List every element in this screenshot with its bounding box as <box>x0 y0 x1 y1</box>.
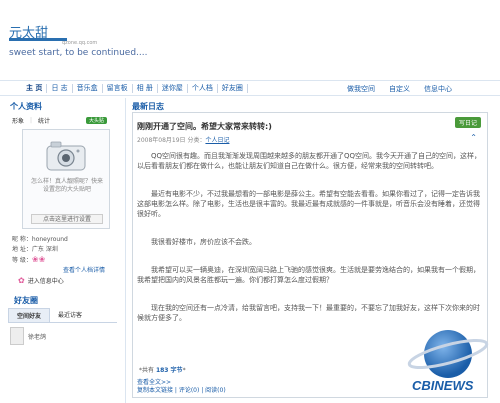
main-nav: 主 页 日 志 音乐盒 留言板 相 册 迷你屋 个人档 好友圈 做我空间 自定义… <box>0 80 500 96</box>
flower-icon: ❀❀ <box>31 255 46 264</box>
new-post-button[interactable]: 写日记 <box>454 117 481 128</box>
nav-album[interactable]: 相 册 <box>133 83 158 93</box>
profile-info: 昵 称：honeyround 地 址：广东 深圳 等 级：❀❀ 查看个人档详情 <box>0 229 125 276</box>
nav-right-links: 做我空间 自定义 信息中心 <box>347 81 452 97</box>
view-profile-link[interactable]: 查看个人档详情 <box>12 266 113 276</box>
info-center-entry[interactable]: ✿ 进入信息中心 <box>0 276 125 285</box>
profile-title: 个人资料 <box>10 102 42 111</box>
page-header: 元太甜 qzone.qq.com sweet start, to be cont… <box>0 0 500 78</box>
level: 等 级：❀❀ <box>12 255 113 266</box>
nav-friends[interactable]: 好友圈 <box>218 83 248 93</box>
tab-space-friends[interactable]: 空间好友 <box>8 308 51 322</box>
post-body: QQ空间很有趣。而且我渐渐发现周围越来越多的朋友都开通了QQ空间。我今天开通了自… <box>137 151 483 341</box>
post-size: *共有 183 字节* <box>139 367 186 374</box>
nav-my-space[interactable]: 做我空间 <box>347 84 375 94</box>
list-item[interactable]: 徐老鸽 <box>0 323 125 349</box>
tab-image[interactable]: 形象 <box>12 116 24 125</box>
post-footer: 查看全文>> 复制本文链接 | 评论(0) | 阅读(0) <box>137 379 226 395</box>
friend-avatar[interactable] <box>10 327 24 345</box>
nav-profile[interactable]: 个人档 <box>188 83 218 93</box>
post-actions[interactable]: 复制本文链接 | 评论(0) | 阅读(0) <box>137 387 226 395</box>
nav-customize[interactable]: 自定义 <box>389 84 410 94</box>
post-paragraph: QQ空间很有趣。而且我渐渐发现周围越来越多的朋友都开通了QQ空间。我今天开通了自… <box>137 152 482 170</box>
left-sidebar: 个人资料 形象 | 统计 大头贴 怎么样！真人靓照呢？快来设置您的大头贴吧 点击… <box>0 98 126 403</box>
nav-home[interactable]: 主 页 <box>22 83 48 93</box>
avatar: 怎么样！真人靓照呢？快来设置您的大头贴吧 点击这里进行设置 <box>22 129 110 229</box>
nav-blog[interactable]: 日 志 <box>47 83 73 93</box>
tab-separator: | <box>30 116 33 124</box>
avatar-prompt: 怎么样！真人靓照呢？快来设置您的大头贴吧 <box>30 178 103 193</box>
post-paragraph: 现在我的空间还有一点冷清，给我留言吧，支持我一下！最重要的，不要忘了加我好友，这… <box>137 304 480 322</box>
nav-music[interactable]: 音乐盒 <box>73 83 103 93</box>
collapse-icon[interactable]: ⌃ <box>470 133 477 142</box>
tab-stats[interactable]: 统计 <box>38 116 50 125</box>
flower-icon: ✿ <box>18 276 25 285</box>
friends-tabs: 空间好友 最近访客 <box>8 308 117 323</box>
camera-icon <box>46 141 86 171</box>
qzone-url[interactable]: qzone.qq.com <box>62 40 97 46</box>
post-meta: 2008年08月19日 分类：个人日记 <box>137 135 229 144</box>
post-paragraph: 最近有电影不少，不过我最想看的一部电影是薛公主。希望有空能去看看。如果你看过了，… <box>137 190 480 218</box>
nav-guestbook[interactable]: 留言板 <box>103 83 133 93</box>
site-motto: sweet start, to be continued.... <box>9 48 148 58</box>
profile-tabs: 形象 | 统计 大头贴 <box>0 115 125 125</box>
post-date: 2008年08月19日 分类： <box>137 137 206 144</box>
post-title[interactable]: 刚刚开通了空间。希望大家常来转转:) <box>137 121 272 132</box>
post-category[interactable]: 个人日记 <box>205 137 229 144</box>
logo-text: CBINEWS <box>412 378 474 393</box>
post-paragraph: 我希望可以买一辆奥迪，在深圳宽阔马路上飞驰的感觉很爽。生活就是要劳逸结合的，如果… <box>137 266 480 284</box>
friends-title: 好友圈 <box>14 296 38 305</box>
friend-name[interactable]: 徐老鸽 <box>28 332 46 341</box>
entry-center-label[interactable]: 进入信息中心 <box>28 276 64 285</box>
avatar-setup-button[interactable]: 点击这里进行设置 <box>31 214 103 224</box>
nav-info-center[interactable]: 信息中心 <box>424 84 452 94</box>
nickname: 昵 称：honeyround <box>12 236 68 243</box>
level-label: 等 级： <box>12 257 32 264</box>
title-underline <box>9 38 67 41</box>
tab-recent-visitors[interactable]: 最近访客 <box>50 308 90 322</box>
avatar-badge[interactable]: 大头贴 <box>85 116 107 124</box>
read-more-link[interactable]: 查看全文>> <box>137 379 226 387</box>
nav-mini-house[interactable]: 迷你屋 <box>158 83 188 93</box>
location: 地 址：广东 深圳 <box>12 246 58 253</box>
post-paragraph: 我很看好楼市，房价应该不会跌。 <box>151 238 256 246</box>
